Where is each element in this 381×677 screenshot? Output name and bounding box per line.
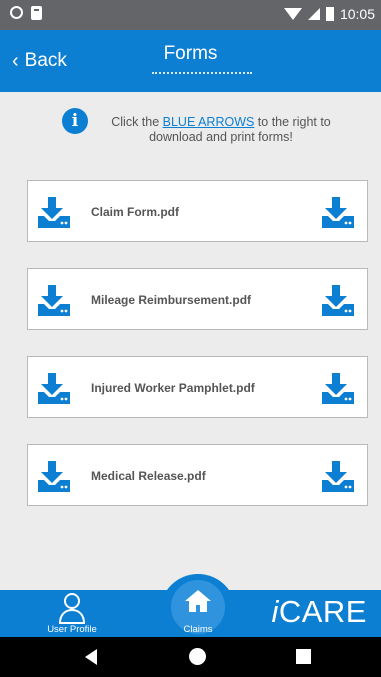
download-icon: [322, 197, 354, 228]
blue-arrows-link[interactable]: BLUE ARROWS: [163, 115, 255, 129]
download-icon: [36, 459, 72, 498]
form-item-mileage-reimbursement[interactable]: Mileage Reimbursement.pdf: [27, 268, 368, 330]
signal-icon: [307, 8, 320, 20]
form-filename: Medical Release.pdf: [91, 469, 206, 483]
download-icon: [36, 283, 72, 322]
header-bar: ‹ Back Forms: [0, 30, 381, 92]
download-button[interactable]: [320, 459, 356, 498]
sim-card-icon: [31, 6, 42, 20]
download-icon: [36, 371, 72, 410]
form-item-claim-form[interactable]: Claim Form.pdf: [27, 180, 368, 242]
nav-claims[interactable]: Claims: [160, 574, 236, 640]
system-home-icon[interactable]: [189, 648, 206, 665]
form-item-medical-release[interactable]: Medical Release.pdf: [27, 444, 368, 506]
form-filename: Injured Worker Pamphlet.pdf: [91, 381, 255, 395]
bottom-nav: User Profile Claims iCARE: [0, 574, 381, 640]
info-text: Click the BLUE ARROWS to the right to do…: [111, 115, 331, 144]
icare-logo: iCARE: [271, 594, 367, 629]
form-filename: Mileage Reimbursement.pdf: [91, 293, 252, 307]
download-icon: [322, 285, 354, 316]
download-icon: [322, 461, 354, 492]
download-icon: [36, 195, 72, 234]
title-underline: [152, 72, 252, 74]
form-filename: Claim Form.pdf: [91, 205, 180, 219]
status-time: 10:05: [339, 6, 375, 22]
wifi-icon: [283, 8, 302, 20]
system-back-icon[interactable]: [85, 649, 97, 665]
info-icon: i: [62, 108, 88, 134]
status-bar: 10:05: [0, 0, 381, 30]
page-title: Forms: [163, 43, 218, 64]
download-button[interactable]: [320, 283, 356, 322]
user-icon: [58, 593, 86, 624]
download-button[interactable]: [320, 195, 356, 234]
system-nav-bar: [0, 637, 381, 677]
download-button[interactable]: [320, 371, 356, 410]
download-icon: [322, 373, 354, 404]
battery-icon: [325, 7, 334, 21]
home-icon: [185, 590, 211, 612]
form-item-injured-worker-pamphlet[interactable]: Injured Worker Pamphlet.pdf: [27, 356, 368, 418]
nav-user-profile[interactable]: User Profile: [36, 590, 108, 637]
user-profile-label: User Profile: [47, 624, 97, 635]
system-recents-icon[interactable]: [296, 649, 311, 664]
circle-icon: [10, 6, 23, 19]
claims-label: Claims: [183, 624, 213, 635]
